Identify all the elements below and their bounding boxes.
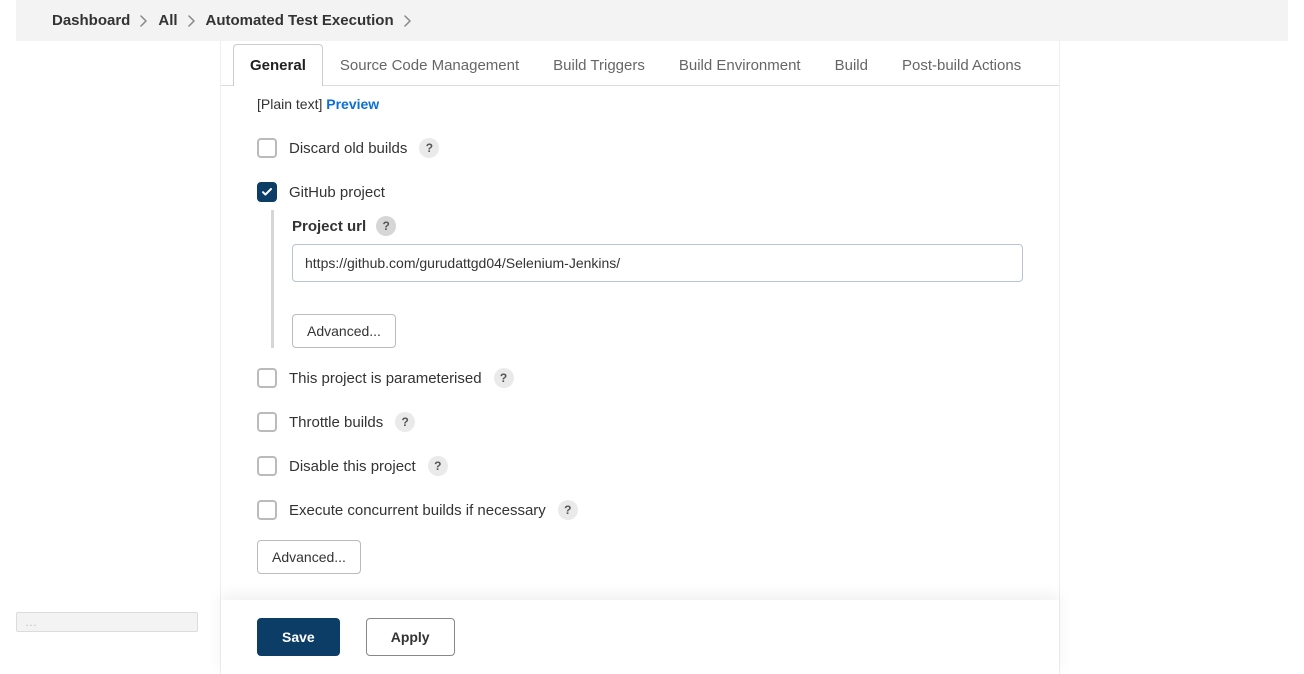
checkbox-throttle-builds[interactable] (257, 412, 277, 432)
label-concurrent-builds: Execute concurrent builds if necessary (289, 502, 546, 519)
tab-build-environment[interactable]: Build Environment (662, 44, 818, 86)
label-github-project: GitHub project (289, 184, 385, 201)
tab-build[interactable]: Build (818, 44, 885, 86)
checkbox-discard-old-builds[interactable] (257, 138, 277, 158)
config-panel: General Source Code Management Build Tri… (220, 41, 1060, 674)
checkbox-disable-project[interactable] (257, 456, 277, 476)
project-url-input[interactable] (292, 244, 1023, 282)
help-icon[interactable]: ? (494, 368, 514, 388)
label-disable-project: Disable this project (289, 458, 416, 475)
tab-post-build-actions[interactable]: Post-build Actions (885, 44, 1038, 86)
breadcrumb-item-dashboard[interactable]: Dashboard (52, 12, 130, 29)
help-icon[interactable]: ? (395, 412, 415, 432)
label-throttle-builds: Throttle builds (289, 414, 383, 431)
general-advanced-button[interactable]: Advanced... (257, 540, 361, 574)
help-icon[interactable]: ? (419, 138, 439, 158)
tab-build-triggers[interactable]: Build Triggers (536, 44, 662, 86)
plain-text-label: [Plain text] (257, 96, 322, 112)
browser-statusbar: … (16, 612, 198, 632)
option-parameterised: This project is parameterised ? (257, 356, 1023, 400)
help-icon[interactable]: ? (376, 216, 396, 236)
github-advanced-button[interactable]: Advanced... (292, 314, 396, 348)
footer-actions: Save Apply (221, 600, 1059, 674)
help-icon[interactable]: ? (428, 456, 448, 476)
preview-link[interactable]: Preview (326, 96, 379, 112)
breadcrumb-item-all[interactable]: All (158, 12, 177, 29)
apply-button[interactable]: Apply (366, 618, 455, 656)
breadcrumb: Dashboard All Automated Test Execution (16, 0, 1288, 41)
label-project-url: Project url (292, 218, 366, 235)
save-button[interactable]: Save (257, 618, 340, 656)
option-discard-old-builds: Discard old builds ? (257, 126, 1023, 170)
option-concurrent-builds: Execute concurrent builds if necessary ? (257, 488, 1023, 532)
checkbox-parameterised[interactable] (257, 368, 277, 388)
checkbox-github-project[interactable] (257, 182, 277, 202)
tab-general[interactable]: General (233, 44, 323, 86)
checkbox-concurrent-builds[interactable] (257, 500, 277, 520)
label-parameterised: This project is parameterised (289, 370, 482, 387)
option-disable-project: Disable this project ? (257, 444, 1023, 488)
tab-scm[interactable]: Source Code Management (323, 44, 536, 86)
help-icon[interactable]: ? (558, 500, 578, 520)
option-github-project: GitHub project (257, 170, 1023, 214)
description-format-row: [Plain text] Preview (221, 86, 1059, 120)
config-tabs: General Source Code Management Build Tri… (221, 43, 1059, 86)
label-discard-old-builds: Discard old builds (289, 140, 407, 157)
chevron-right-icon (404, 15, 412, 27)
breadcrumb-item-job[interactable]: Automated Test Execution (206, 12, 394, 29)
chevron-right-icon (140, 15, 148, 27)
chevron-right-icon (188, 15, 196, 27)
option-throttle-builds: Throttle builds ? (257, 400, 1023, 444)
github-project-details: Project url ? Advanced... (271, 210, 1023, 348)
